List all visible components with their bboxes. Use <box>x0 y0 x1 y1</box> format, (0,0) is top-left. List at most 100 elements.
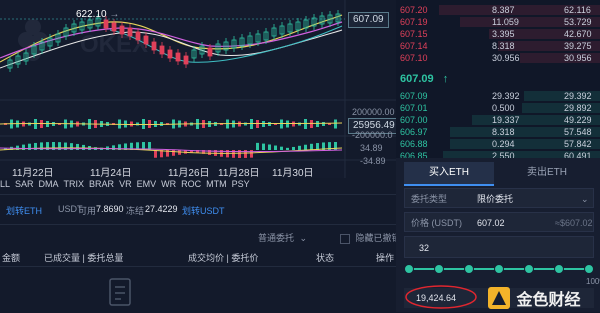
bid-row[interactable]: 607.0019.33749.229 <box>396 114 600 126</box>
bid-amount: 8.318 <box>492 126 515 138</box>
bid-row[interactable]: 606.978.31857.548 <box>396 126 600 138</box>
macd-bar <box>298 146 301 150</box>
col-filled: 已成交量 | 委托总量 <box>44 251 123 264</box>
indicator-tab[interactable]: EMV <box>137 179 157 193</box>
scale-label: -200000.0 <box>352 130 393 140</box>
orders-table-header: 金额 已成交量 | 委托总量 成交均价 | 委托价 状态 操作 <box>0 251 396 265</box>
trade-panel: 买入ETH 卖出ETH 委托类型 限价委托 ⌄ 价格 (USDT) 607.02… <box>396 158 600 312</box>
indicator-tab[interactable]: ROC <box>181 179 201 193</box>
divider <box>0 224 396 225</box>
candle-body <box>184 56 188 64</box>
slider-step[interactable] <box>494 264 504 274</box>
ask-total: 39.275 <box>564 40 592 52</box>
bid-amount: 19.337 <box>492 114 520 126</box>
bid-amount: 0.500 <box>492 102 515 114</box>
indicator-tab[interactable]: TRIX <box>64 179 85 193</box>
kline-chart[interactable]: OKEX 622.10 → 607.09 25956.49 200000.00 … <box>0 0 345 178</box>
empty-orders-icon <box>108 278 132 308</box>
macd-bar <box>112 145 115 150</box>
last-price: 607.09 ↑ <box>400 73 448 85</box>
bid-total: 29.392 <box>564 90 592 102</box>
highlight-circle <box>404 284 478 310</box>
ask-row[interactable]: 607.19 11.059 53.729 <box>396 16 600 28</box>
scale-label: 34.89 <box>360 143 383 153</box>
candle-body <box>128 28 132 36</box>
x-axis-label: 11月24日 <box>90 164 132 179</box>
ask-amount: 8.387 <box>492 4 515 16</box>
x-axis-label: 11月22日 <box>12 164 54 179</box>
available-value: 7.8690 <box>96 204 124 214</box>
volume-bar <box>280 120 283 129</box>
order-book: 607.208.38762.116607.1911.05953.729607.1… <box>396 0 600 158</box>
price-input[interactable]: 价格 (USDT) 607.02 ≈$607.02 <box>404 212 594 232</box>
bid-amount: 0.294 <box>492 138 515 150</box>
available-label: 可用 <box>78 204 96 217</box>
jinse-logo-icon <box>488 287 510 309</box>
divider <box>0 194 396 195</box>
candle-body <box>136 32 140 40</box>
hide-cancelled-toggle[interactable]: 隐藏已撤销 <box>340 231 401 244</box>
ask-row[interactable]: 607.148.31839.275 <box>396 40 600 52</box>
ask-total: 53.729 <box>564 16 592 28</box>
bid-price: 607.01 <box>400 102 428 114</box>
volume-bar <box>334 120 337 129</box>
ask-amount: 30.956 <box>492 52 520 64</box>
candle-body <box>208 48 212 56</box>
slider-step[interactable] <box>554 264 564 274</box>
ask-price: 607.10 <box>400 52 428 64</box>
candle-body <box>104 20 108 28</box>
kline-canvas[interactable]: OKEX <box>0 0 396 178</box>
slider-step[interactable] <box>464 264 474 274</box>
high-marker: 622.10 → <box>76 9 119 20</box>
macd-bar <box>292 147 295 150</box>
amount-input[interactable]: 32 <box>404 236 594 258</box>
transfer-eth-link[interactable]: 划转ETH <box>6 204 42 217</box>
ask-total: 42.670 <box>564 28 592 40</box>
indicator-tab[interactable]: LL <box>0 179 10 193</box>
candle-body <box>112 23 116 31</box>
slider-step[interactable] <box>434 264 444 274</box>
indicator-tab[interactable]: VR <box>119 179 132 193</box>
chevron-down-icon: ⌄ <box>300 233 308 243</box>
ask-row[interactable]: 607.1030.95630.956 <box>396 52 600 64</box>
indicator-tab[interactable]: WR <box>161 179 176 193</box>
ask-row[interactable]: 607.208.38762.116 <box>396 4 600 16</box>
col-amount: 金额 <box>2 251 20 264</box>
tab-buy-eth[interactable]: 买入ETH <box>404 162 494 186</box>
macd-bar <box>82 145 85 150</box>
slider-step[interactable] <box>404 264 414 274</box>
volume-bar <box>286 121 289 128</box>
macd-bar <box>274 146 277 150</box>
slider-step[interactable] <box>524 264 534 274</box>
ask-row[interactable]: 607.153.39542.670 <box>396 28 600 40</box>
candle-body <box>168 50 172 58</box>
indicator-tab[interactable]: DMA <box>39 179 59 193</box>
tab-sell-eth[interactable]: 卖出ETH <box>500 162 594 184</box>
scale-label: -34.89 <box>360 156 386 166</box>
arrow-up-icon: ↑ <box>443 73 449 85</box>
bid-price: 606.97 <box>400 126 428 138</box>
bid-row[interactable]: 606.880.29457.842 <box>396 138 600 150</box>
order-type-select[interactable]: 委托类型 限价委托 ⌄ <box>404 188 594 208</box>
candle-body <box>160 46 164 54</box>
order-type-filter[interactable]: 普通委托 ⌄ <box>258 231 307 244</box>
bid-total: 57.842 <box>564 138 592 150</box>
candle-body <box>144 36 148 44</box>
ask-amount: 11.059 <box>492 16 519 28</box>
indicator-tab[interactable]: PSY <box>232 179 250 193</box>
transfer-usdt-link[interactable]: 划转USDT <box>182 204 225 217</box>
bid-row[interactable]: 607.0929.39229.392 <box>396 90 600 102</box>
macd-bar <box>154 150 157 158</box>
indicator-tab[interactable]: BRAR <box>89 179 114 193</box>
current-price-tag: 607.09 <box>348 12 389 28</box>
ask-price: 607.19 <box>400 16 428 28</box>
indicator-tab[interactable]: SAR <box>15 179 34 193</box>
bid-row[interactable]: 607.01 0.500 29.892 <box>396 102 600 114</box>
bid-total: 49.229 <box>564 114 592 126</box>
checkbox-icon[interactable] <box>340 234 350 244</box>
indicator-tab[interactable]: MTM <box>206 179 227 193</box>
bid-total: 29.892 <box>564 102 592 114</box>
slider-step[interactable] <box>584 264 594 274</box>
candle-body <box>120 26 124 34</box>
macd-bar <box>172 150 175 156</box>
